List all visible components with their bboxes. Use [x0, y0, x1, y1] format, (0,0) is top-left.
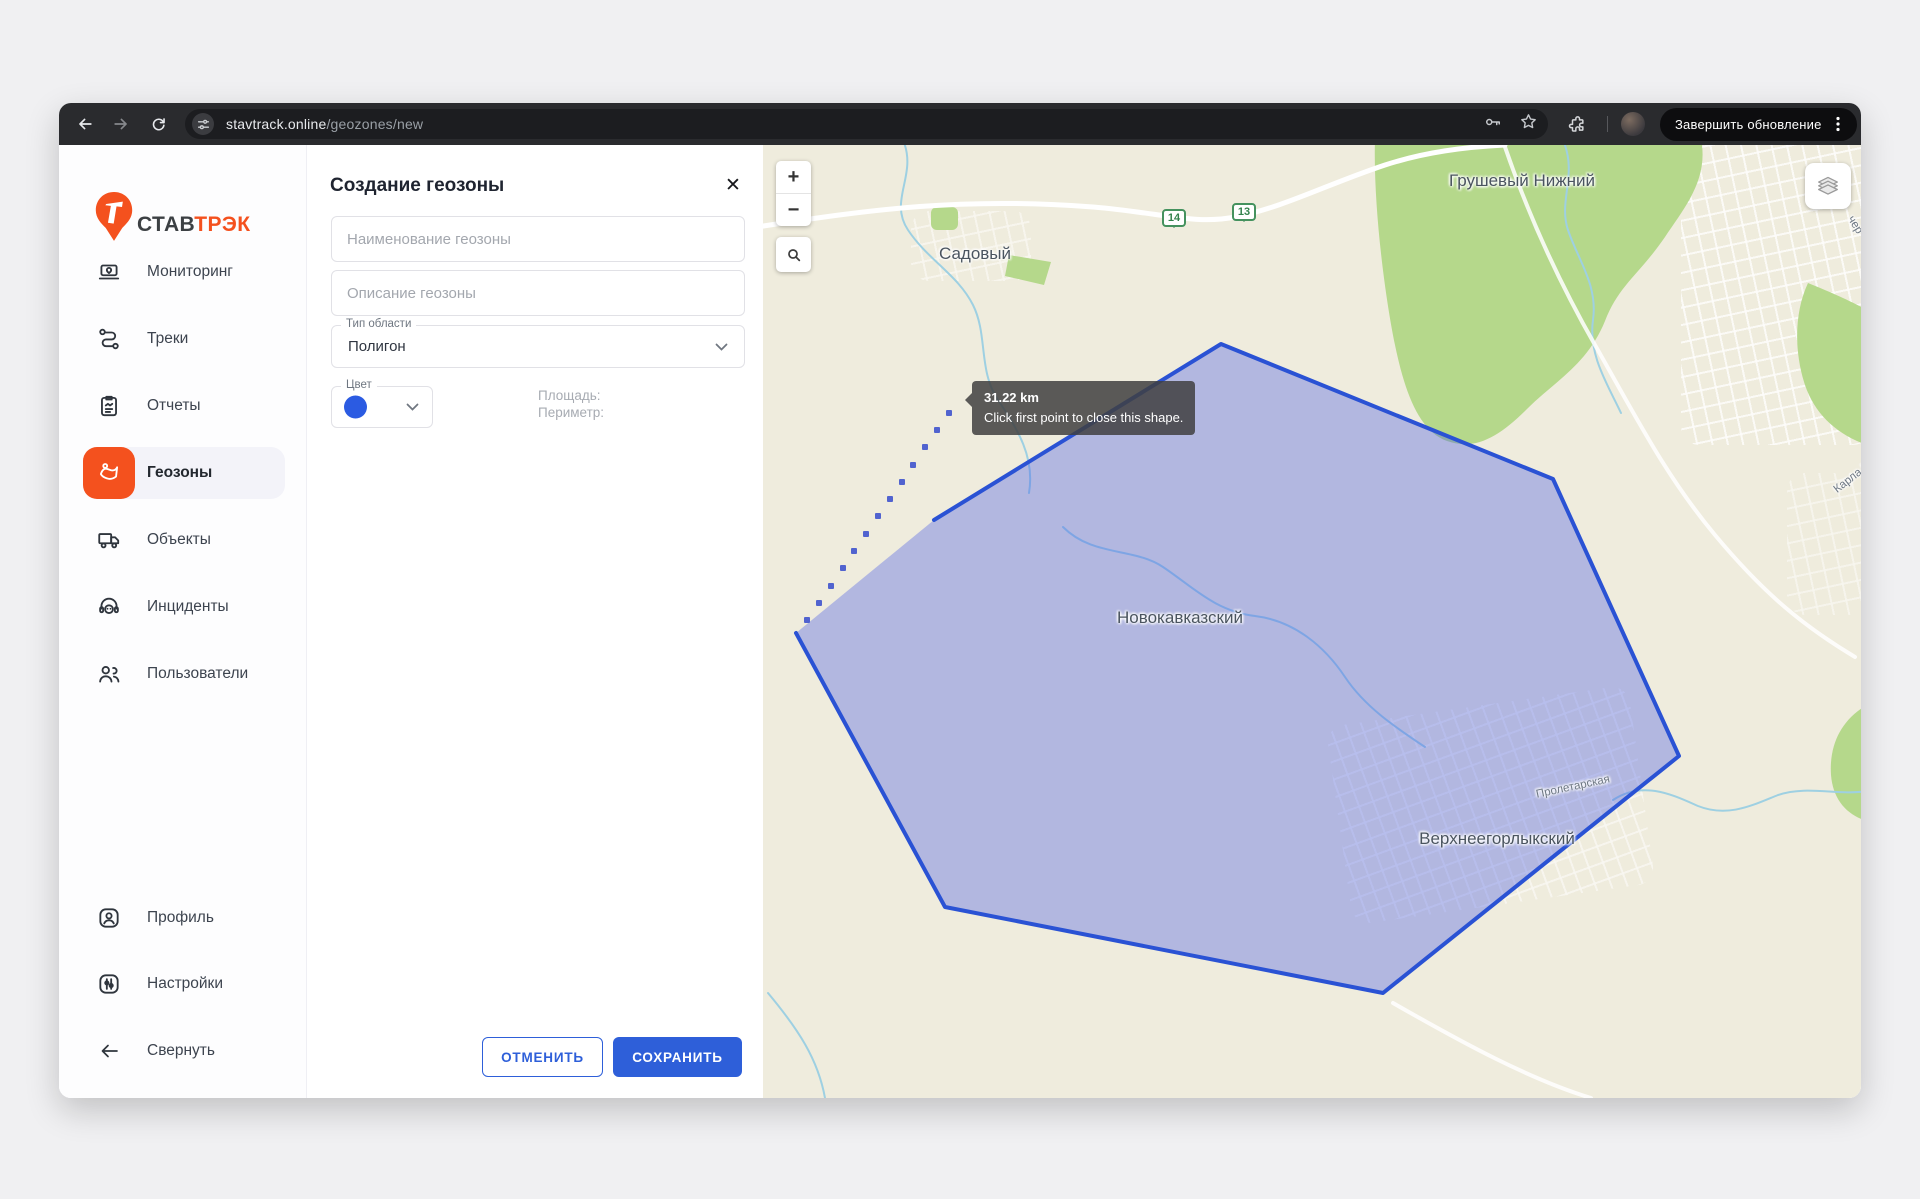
- sidebar-item-label: Настройки: [147, 975, 223, 993]
- browser-toolbar: stavtrack.online/geozones/new Завершить …: [59, 103, 1861, 145]
- zoom-out-button[interactable]: −: [776, 194, 811, 226]
- sidebar-item-settings[interactable]: Настройки: [83, 958, 285, 1010]
- toolbar-separator: [1607, 116, 1608, 132]
- reload-icon[interactable]: [146, 112, 170, 136]
- geozone-name-input[interactable]: [331, 216, 745, 262]
- sidebar-item-incidents[interactable]: Инциденты: [83, 581, 285, 633]
- url-text: stavtrack.online/geozones/new: [226, 116, 423, 132]
- browser-menu-kebab-icon[interactable]: [1813, 114, 1848, 137]
- geozone-polygon-fill: [796, 344, 1679, 993]
- active-item-tile: [83, 447, 135, 499]
- truck-icon: [83, 527, 135, 553]
- profile-avatar[interactable]: [1621, 112, 1645, 136]
- url-host: stavtrack.online: [226, 116, 326, 132]
- perimeter-readout: Периметр:: [538, 404, 604, 421]
- monitoring-laptop-pin-icon: [83, 259, 135, 285]
- passwords-key-icon[interactable]: [1483, 112, 1503, 137]
- stavtrack-logo: СТАВТРЭК: [93, 191, 250, 243]
- profile-card-icon: [83, 905, 135, 931]
- chevron-down-icon: [406, 398, 419, 416]
- zoom-control: + −: [776, 161, 811, 226]
- finish-update-label: Завершить обновление: [1660, 117, 1822, 132]
- sidebar-item-label: Свернуть: [147, 1042, 215, 1060]
- finish-update-button[interactable]: Завершить обновление: [1660, 108, 1857, 141]
- sidebar-item-label: Мониторинг: [147, 263, 233, 281]
- sidebar-item-monitoring[interactable]: Мониторинг: [83, 246, 285, 298]
- zoom-in-button[interactable]: +: [776, 161, 811, 193]
- sidebar-item-label: Треки: [147, 330, 188, 348]
- area-type-select[interactable]: Тип области Полигон: [331, 325, 745, 368]
- sidebar-item-profile[interactable]: Профиль: [83, 892, 285, 944]
- logo-pin-icon: [93, 191, 135, 243]
- sidebar-item-label: Отчеты: [147, 397, 201, 415]
- map-label-grushevy-nizhny: Грушевый Нижний: [1449, 171, 1595, 191]
- browser-window: stavtrack.online/geozones/new Завершить …: [59, 103, 1861, 1098]
- page-title: Создание геозоны: [330, 175, 504, 197]
- color-select[interactable]: Цвет: [331, 386, 433, 428]
- bookmark-star-icon[interactable]: [1519, 112, 1538, 136]
- sidebar-item-reports[interactable]: Отчеты: [83, 380, 285, 432]
- url-path: /geozones/new: [326, 116, 423, 132]
- sidebar-item-label: Профиль: [147, 909, 214, 927]
- map-features-layer: [763, 145, 1861, 1098]
- area-readout: Площадь:: [538, 387, 604, 404]
- save-button[interactable]: СОХРАНИТЬ: [613, 1037, 742, 1077]
- extensions-puzzle-icon[interactable]: [1565, 112, 1589, 136]
- sidebar-collapse-button[interactable]: Свернуть: [83, 1025, 285, 1077]
- sidebar: СТАВТРЭК Мониторинг Треки Отчеты: [59, 145, 307, 1098]
- back-icon[interactable]: [73, 112, 97, 136]
- color-label: Цвет: [341, 379, 377, 391]
- area-type-value: Полигон: [348, 338, 406, 355]
- draw-tooltip-distance: 31.22 km: [984, 388, 1183, 408]
- users-icon: [83, 661, 135, 687]
- area-type-label: Тип области: [341, 318, 416, 330]
- map-label-sadovy: Садовый: [939, 244, 1011, 264]
- site-settings-icon[interactable]: [192, 113, 214, 135]
- road-badge: 14: [1162, 209, 1186, 227]
- url-bar[interactable]: stavtrack.online/geozones/new: [185, 109, 1548, 139]
- route-icon: [83, 326, 135, 352]
- map-canvas[interactable]: 14 13 Грушевый Нижний Садовый Новокавказ…: [763, 145, 1861, 1098]
- geozone-form-panel: Создание геозоны ✕ Тип области Полигон Ц…: [307, 145, 763, 1098]
- draw-tooltip: 31.22 km Click first point to close this…: [972, 381, 1195, 435]
- forward-icon[interactable]: [109, 112, 133, 136]
- magnifier-icon: [786, 247, 802, 263]
- support-headset-icon: [83, 594, 135, 620]
- sidebar-item-label: Инциденты: [147, 598, 229, 616]
- map-label-verkhneegorlyksky: Верхнеегорлыкский: [1419, 829, 1575, 849]
- map-pin-zone-icon: [96, 460, 122, 486]
- map-search-button[interactable]: [776, 237, 811, 272]
- close-icon[interactable]: ✕: [719, 171, 747, 199]
- cancel-button[interactable]: ОТМЕНИТЬ: [482, 1037, 603, 1077]
- sidebar-item-label: Объекты: [147, 531, 211, 549]
- sidebar-item-geozones[interactable]: Геозоны: [83, 447, 285, 499]
- draw-tooltip-hint: Click first point to close this shape.: [984, 408, 1183, 428]
- sidebar-item-objects[interactable]: Объекты: [83, 514, 285, 566]
- clipboard-report-icon: [83, 393, 135, 419]
- sidebar-item-users[interactable]: Пользователи: [83, 648, 285, 700]
- road-badge: 13: [1232, 203, 1256, 221]
- color-swatch: [344, 396, 367, 419]
- metrics-readout: Площадь: Периметр:: [538, 387, 604, 421]
- logo-text: СТАВТРЭК: [137, 213, 250, 237]
- sidebar-item-label: Пользователи: [147, 665, 248, 683]
- sidebar-item-label: Геозоны: [147, 464, 212, 482]
- geozone-description-input[interactable]: [331, 270, 745, 316]
- sidebar-item-tracks[interactable]: Треки: [83, 313, 285, 365]
- map-label-novokavkazsky: Новокавказский: [1117, 608, 1243, 628]
- layers-control[interactable]: [1805, 163, 1851, 209]
- chevron-down-icon: [715, 338, 728, 356]
- collapse-arrow-icon: [83, 1039, 135, 1063]
- layers-icon: [1814, 172, 1842, 200]
- sliders-icon: [83, 971, 135, 997]
